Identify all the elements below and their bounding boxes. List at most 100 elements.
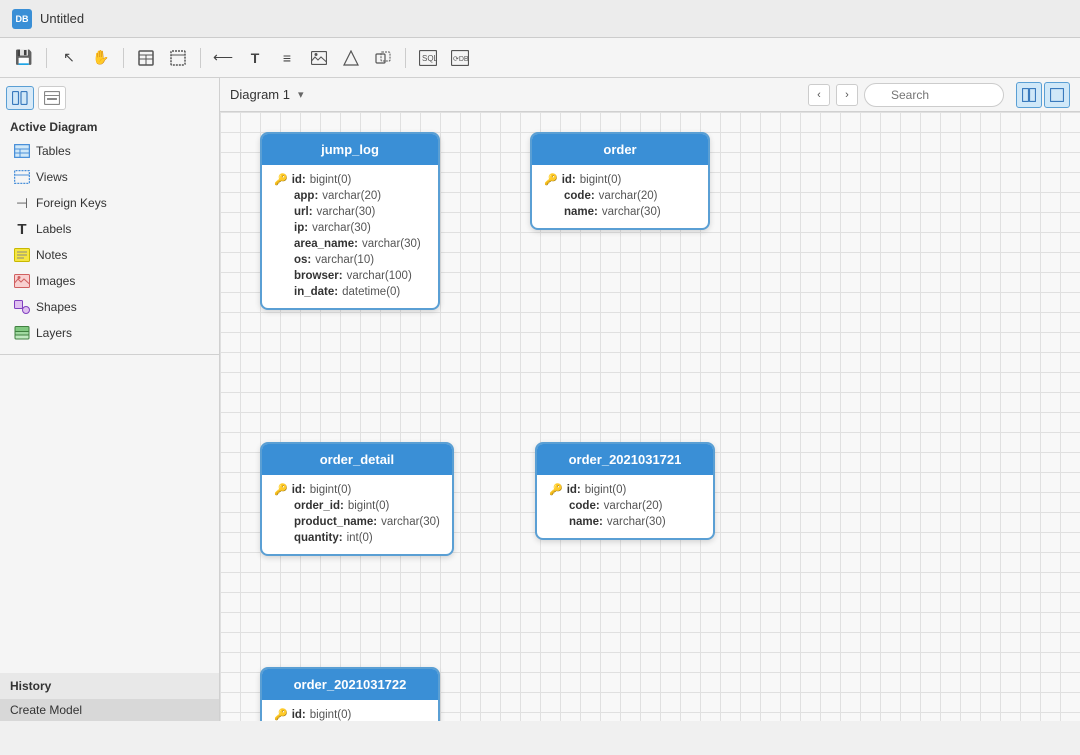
table-body-order: 🔑id: bigint(0)code: varchar(20)name: var… xyxy=(532,165,708,228)
field-name: id: xyxy=(292,484,306,496)
sidebar-label-images: Images xyxy=(36,274,75,288)
title-bar: DB Untitled xyxy=(0,0,1080,38)
field-type: varchar(30) xyxy=(312,222,371,234)
diagram-prev-btn[interactable]: ‹ xyxy=(808,84,830,106)
sidebar-item-labels[interactable]: T Labels xyxy=(4,217,215,241)
db-table-order_detail[interactable]: order_detail🔑id: bigint(0)order_id: bigi… xyxy=(260,442,454,556)
sidebar-item-foreign-keys[interactable]: ⊣ Foreign Keys xyxy=(4,191,215,215)
field-type: varchar(30) xyxy=(381,516,440,528)
table-row[interactable]: name: varchar(30) xyxy=(549,514,701,530)
field-name: app: xyxy=(294,190,318,202)
field-type: int(0) xyxy=(347,532,373,544)
history-item-create-model[interactable]: Create Model xyxy=(0,699,219,721)
table-row[interactable]: code: varchar(20) xyxy=(549,498,701,514)
sidebar-label-labels: Labels xyxy=(36,222,71,236)
table-header-order_2021031721: order_2021031721 xyxy=(537,444,713,475)
field-type: varchar(30) xyxy=(362,238,421,250)
field-name: name: xyxy=(564,206,598,218)
sidebar-item-notes[interactable]: Notes xyxy=(4,243,215,267)
table-row[interactable]: 🔑id: bigint(0) xyxy=(274,706,426,721)
shape-tool[interactable] xyxy=(337,44,365,72)
table-row[interactable]: 🔑id: bigint(0) xyxy=(544,171,696,188)
table-row[interactable]: app: varchar(20) xyxy=(274,188,426,204)
table-tool[interactable] xyxy=(132,44,160,72)
field-name: url: xyxy=(294,206,313,218)
table-row[interactable]: 🔑id: bigint(0) xyxy=(274,481,440,498)
split-view-btn[interactable] xyxy=(1016,82,1042,108)
hand-tool[interactable]: ✋ xyxy=(87,44,115,72)
import-tool[interactable]: SQL xyxy=(414,44,442,72)
table-row[interactable]: order_id: bigint(0) xyxy=(274,498,440,514)
field-name: product_name: xyxy=(294,516,377,528)
field-name: ip: xyxy=(294,222,308,234)
key-icon: 🔑 xyxy=(274,173,288,186)
table-row[interactable]: in_date: datetime(0) xyxy=(274,284,426,300)
db-table-order_2021031722[interactable]: order_2021031722 🔑id: bigint(0) xyxy=(260,667,440,721)
db-table-jump_log[interactable]: jump_log🔑id: bigint(0)app: varchar(20)ur… xyxy=(260,132,440,310)
sidebar-label-views: Views xyxy=(36,170,68,184)
field-name: order_id: xyxy=(294,500,344,512)
app-icon: DB xyxy=(12,9,32,29)
field-name: browser: xyxy=(294,270,343,282)
key-icon: 🔑 xyxy=(274,483,288,496)
save-button[interactable]: 💾 xyxy=(10,44,38,72)
field-name: id: xyxy=(567,484,581,496)
table-row[interactable]: browser: varchar(100) xyxy=(274,268,426,284)
table-row[interactable]: url: varchar(30) xyxy=(274,204,426,220)
sidebar-item-tables[interactable]: Tables xyxy=(4,139,215,163)
notes-icon xyxy=(14,247,30,263)
table-row[interactable]: ip: varchar(30) xyxy=(274,220,426,236)
view-buttons xyxy=(1016,82,1070,108)
diagram-dropdown-arrow[interactable]: ▾ xyxy=(298,88,304,101)
diagram-next-btn[interactable]: › xyxy=(836,84,858,106)
table-row[interactable]: os: varchar(10) xyxy=(274,252,426,268)
label-tool[interactable]: ≡ xyxy=(273,44,301,72)
field-type: datetime(0) xyxy=(342,286,400,298)
line-tool[interactable]: ⟵ xyxy=(209,44,237,72)
diagram-name: Diagram 1 xyxy=(230,87,290,102)
field-name: code: xyxy=(569,500,600,512)
table-header-order_detail: order_detail xyxy=(262,444,452,475)
sidebar-tab-properties[interactable] xyxy=(38,86,66,110)
table-row[interactable]: name: varchar(30) xyxy=(544,204,696,220)
full-view-btn[interactable] xyxy=(1044,82,1070,108)
db-table-order_2021031721[interactable]: order_2021031721🔑id: bigint(0)code: varc… xyxy=(535,442,715,540)
sidebar-item-layers[interactable]: Layers xyxy=(4,321,215,345)
image-tool[interactable] xyxy=(305,44,333,72)
toolbar-sep-1 xyxy=(46,48,47,68)
table-row[interactable]: quantity: int(0) xyxy=(274,530,440,546)
search-input[interactable] xyxy=(864,83,1004,107)
sidebar-item-views[interactable]: Views xyxy=(4,165,215,189)
field-type: varchar(100) xyxy=(347,270,412,282)
table-header-jump_log: jump_log xyxy=(262,134,438,165)
shapes-icon xyxy=(14,299,30,315)
field-name: quantity: xyxy=(294,532,343,544)
sidebar-item-images[interactable]: Images xyxy=(4,269,215,293)
sidebar-item-shapes[interactable]: Shapes xyxy=(4,295,215,319)
field-type: varchar(20) xyxy=(604,500,663,512)
export-tool[interactable]: ⟳DB xyxy=(446,44,474,72)
text-tool[interactable]: T xyxy=(241,44,269,72)
table-row[interactable]: area_name: varchar(30) xyxy=(274,236,426,252)
table-row[interactable]: code: varchar(20) xyxy=(544,188,696,204)
main-layout: Active Diagram Tables Views ⊣ Foreign Ke… xyxy=(0,78,1080,721)
pointer-tool[interactable]: ↖ xyxy=(55,44,83,72)
sidebar-label-layers: Layers xyxy=(36,326,72,340)
images-icon xyxy=(14,273,30,289)
field-type: varchar(20) xyxy=(599,190,658,202)
sidebar-tab-diagram[interactable] xyxy=(6,86,34,110)
table-row[interactable]: product_name: varchar(30) xyxy=(274,514,440,530)
group-tool[interactable] xyxy=(369,44,397,72)
field-name: name: xyxy=(569,516,603,528)
window-title: Untitled xyxy=(40,11,84,26)
canvas[interactable]: jump_log🔑id: bigint(0)app: varchar(20)ur… xyxy=(220,112,1080,721)
db-table-order[interactable]: order🔑id: bigint(0)code: varchar(20)name… xyxy=(530,132,710,230)
field-type: bigint(0) xyxy=(310,709,352,721)
diagram-toolbar: Diagram 1 ▾ ‹ › 🔍 xyxy=(220,78,1080,112)
table-header-order_2021031722: order_2021031722 xyxy=(262,669,438,700)
labels-icon: T xyxy=(14,221,30,237)
view-tool[interactable] xyxy=(164,44,192,72)
foreign-keys-icon: ⊣ xyxy=(14,195,30,211)
table-row[interactable]: 🔑id: bigint(0) xyxy=(274,171,426,188)
table-row[interactable]: 🔑id: bigint(0) xyxy=(549,481,701,498)
